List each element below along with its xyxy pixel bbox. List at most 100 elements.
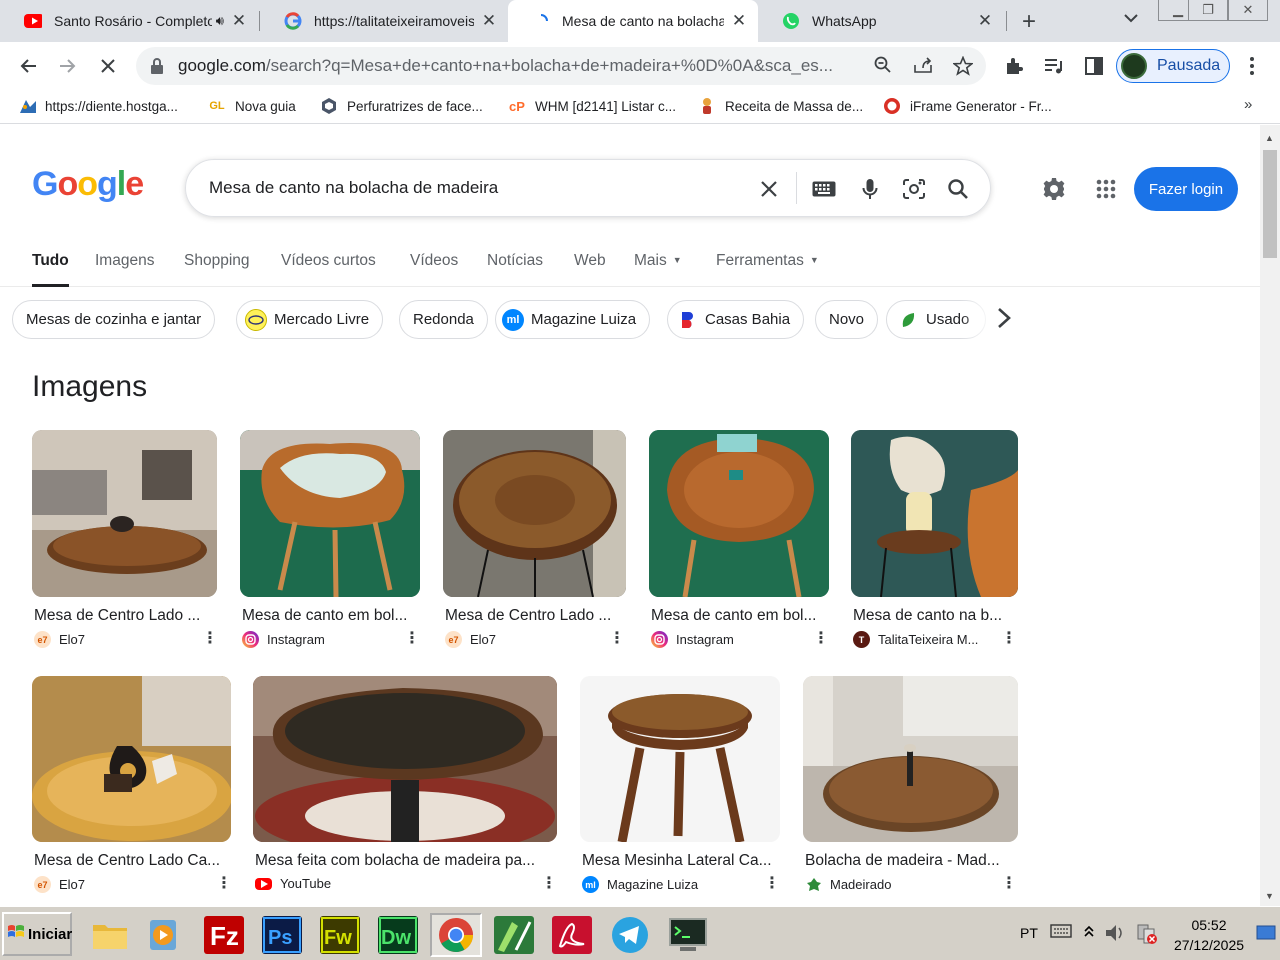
forward-icon[interactable] <box>54 52 82 80</box>
window-close-icon[interactable]: ✕ <box>1228 0 1268 21</box>
media-player-icon[interactable] <box>138 913 190 957</box>
result-source[interactable]: ml Magazine Luiza <box>582 876 698 893</box>
fireworks-icon[interactable]: Fw <box>314 913 366 957</box>
back-icon[interactable] <box>14 52 42 80</box>
result-title[interactable]: Mesa de canto na b... <box>853 607 1016 625</box>
scroll-up-arrow-icon[interactable]: ▲ <box>1265 133 1274 143</box>
chip-casas-bahia[interactable]: Casas Bahia <box>667 300 805 339</box>
search-input[interactable]: Mesa de canto na bolacha de madeira <box>209 178 498 198</box>
more-options-icon[interactable]: ⋮ <box>541 873 557 893</box>
filezilla-icon[interactable]: Fz <box>198 913 250 957</box>
speaker-icon[interactable]: 🔊︎ <box>216 13 224 29</box>
restore-icon[interactable]: ❐ <box>1188 0 1228 21</box>
explorer-icon[interactable] <box>84 913 136 957</box>
tab-shopping[interactable]: Shopping <box>184 251 250 287</box>
share-icon[interactable] <box>912 56 934 78</box>
more-options-icon[interactable]: ⋮ <box>202 628 218 648</box>
result-thumbnail[interactable] <box>253 676 557 842</box>
bookmark-perfuratrizes[interactable]: Perfuratrizes de face... <box>320 97 483 115</box>
bookmark-receita[interactable]: Receita de Massa de... <box>698 97 863 115</box>
chip-redonda[interactable]: Redonda <box>399 300 488 339</box>
profile-button[interactable]: Pausada <box>1116 49 1230 83</box>
chip-mercado-livre[interactable]: Mercado Livre <box>236 300 384 339</box>
keyboard-icon[interactable] <box>810 175 838 203</box>
new-tab-icon[interactable]: + <box>1022 8 1036 36</box>
extensions-icon[interactable] <box>1000 52 1028 80</box>
more-options-icon[interactable]: ⋮ <box>216 873 232 893</box>
language-indicator[interactable]: PT <box>1020 925 1038 941</box>
result-source[interactable]: e7 Elo7 <box>34 631 85 648</box>
result-title[interactable]: Mesa de Centro Lado ... <box>445 607 623 625</box>
more-options-icon[interactable]: ⋮ <box>1001 873 1017 893</box>
result-thumbnail[interactable] <box>851 430 1018 597</box>
show-hidden-icons-icon[interactable] <box>1084 923 1094 942</box>
result-thumbnail[interactable] <box>580 676 780 842</box>
result-thumbnail[interactable] <box>649 430 829 597</box>
system-clock[interactable]: 05:52 27/12/2025 <box>1164 915 1254 955</box>
tab-youtube[interactable]: Santo Rosário - Completo 🔊︎ ✕ <box>0 0 258 42</box>
sign-in-button[interactable]: Fazer login <box>1134 167 1238 211</box>
result-title[interactable]: Mesa Mesinha Lateral Ca... <box>582 852 778 870</box>
tab-web[interactable]: Web <box>574 251 606 287</box>
keyboard-tray-icon[interactable] <box>1050 923 1072 942</box>
settings-gear-icon[interactable] <box>1040 175 1068 203</box>
acrobat-icon[interactable] <box>546 913 598 957</box>
result-thumbnail[interactable] <box>240 430 420 597</box>
result-title[interactable]: Mesa de Centro Lado Ca... <box>34 852 229 870</box>
close-tab-icon[interactable]: ✕ <box>976 11 994 31</box>
bookmark-star-icon[interactable] <box>952 55 974 78</box>
dreamweaver-icon[interactable]: Dw <box>372 913 424 957</box>
page-scrollbar[interactable]: ▲ ▼ <box>1260 125 1280 906</box>
tab-images[interactable]: Imagens <box>95 251 154 287</box>
result-title[interactable]: Mesa de Centro Lado ... <box>34 607 214 625</box>
result-source[interactable]: Madeirado <box>805 876 891 893</box>
tab-all[interactable]: Tudo <box>32 251 69 287</box>
gimp-icon[interactable] <box>488 913 540 957</box>
bookmark-hostgator[interactable]: https://diente.hostga... <box>18 97 178 115</box>
tab-videos[interactable]: Vídeos <box>410 251 458 287</box>
chip-novo[interactable]: Novo <box>815 300 879 339</box>
bookmark-nova-guia[interactable]: GL Nova guia <box>208 97 295 115</box>
chrome-menu-icon[interactable] <box>1238 52 1266 80</box>
microphone-icon[interactable] <box>856 175 884 203</box>
result-thumbnail[interactable] <box>443 430 626 597</box>
result-source[interactable]: YouTube <box>255 876 331 891</box>
site-info-icon[interactable] <box>150 58 164 74</box>
clear-search-icon[interactable] <box>755 175 783 203</box>
result-source[interactable]: Instagram <box>651 631 734 648</box>
tab-short-videos[interactable]: Vídeos curtos <box>281 251 376 287</box>
bookmark-iframe[interactable]: iFrame Generator - Fr... <box>883 97 1052 115</box>
terminal-icon[interactable] <box>662 913 714 957</box>
bookmarks-overflow-icon[interactable]: » <box>1244 96 1252 113</box>
more-options-icon[interactable]: ⋮ <box>764 873 780 893</box>
search-icon[interactable] <box>944 175 972 203</box>
chips-scroll-right-icon[interactable] <box>996 305 1012 336</box>
tab-news[interactable]: Notícias <box>487 251 543 287</box>
chrome-icon[interactable] <box>430 913 482 957</box>
telegram-icon[interactable] <box>604 913 656 957</box>
scroll-down-arrow-icon[interactable]: ▼ <box>1265 891 1274 901</box>
result-thumbnail[interactable] <box>32 676 231 842</box>
result-source[interactable]: e7 Elo7 <box>34 876 85 893</box>
close-tab-icon[interactable]: ✕ <box>230 11 248 31</box>
result-title[interactable]: Mesa feita com bolacha de madeira pa... <box>255 852 555 870</box>
bookmark-whm[interactable]: cP WHM [d2141] Listar c... <box>508 97 676 115</box>
chip-mesas-cozinha[interactable]: Mesas de cozinha e jantar <box>12 300 216 339</box>
result-title[interactable]: Mesa de canto em bol... <box>651 607 827 625</box>
google-apps-icon[interactable] <box>1092 175 1120 203</box>
side-panel-icon[interactable] <box>1080 52 1108 80</box>
tab-active-search[interactable]: Mesa de canto na bolacha de ✕ <box>508 0 758 42</box>
address-bar[interactable]: google.com/search?q=Mesa+de+canto+na+bol… <box>136 47 986 85</box>
result-title[interactable]: Bolacha de madeira - Mad... <box>805 852 1016 870</box>
lens-camera-icon[interactable] <box>900 175 928 203</box>
start-button[interactable]: Iniciar <box>2 912 72 956</box>
tab-more[interactable]: Mais ▼ <box>634 251 682 287</box>
more-options-icon[interactable]: ⋮ <box>813 628 829 648</box>
volume-icon[interactable] <box>1104 923 1126 946</box>
search-box[interactable]: Mesa de canto na bolacha de madeira <box>185 159 991 217</box>
result-source[interactable]: Instagram <box>242 631 325 648</box>
more-options-icon[interactable]: ⋮ <box>404 628 420 648</box>
media-controls-icon[interactable] <box>1040 52 1068 80</box>
tab-talita[interactable]: https://talitateixeiramoveise ✕ <box>260 0 508 42</box>
zoom-icon[interactable] <box>872 56 894 78</box>
